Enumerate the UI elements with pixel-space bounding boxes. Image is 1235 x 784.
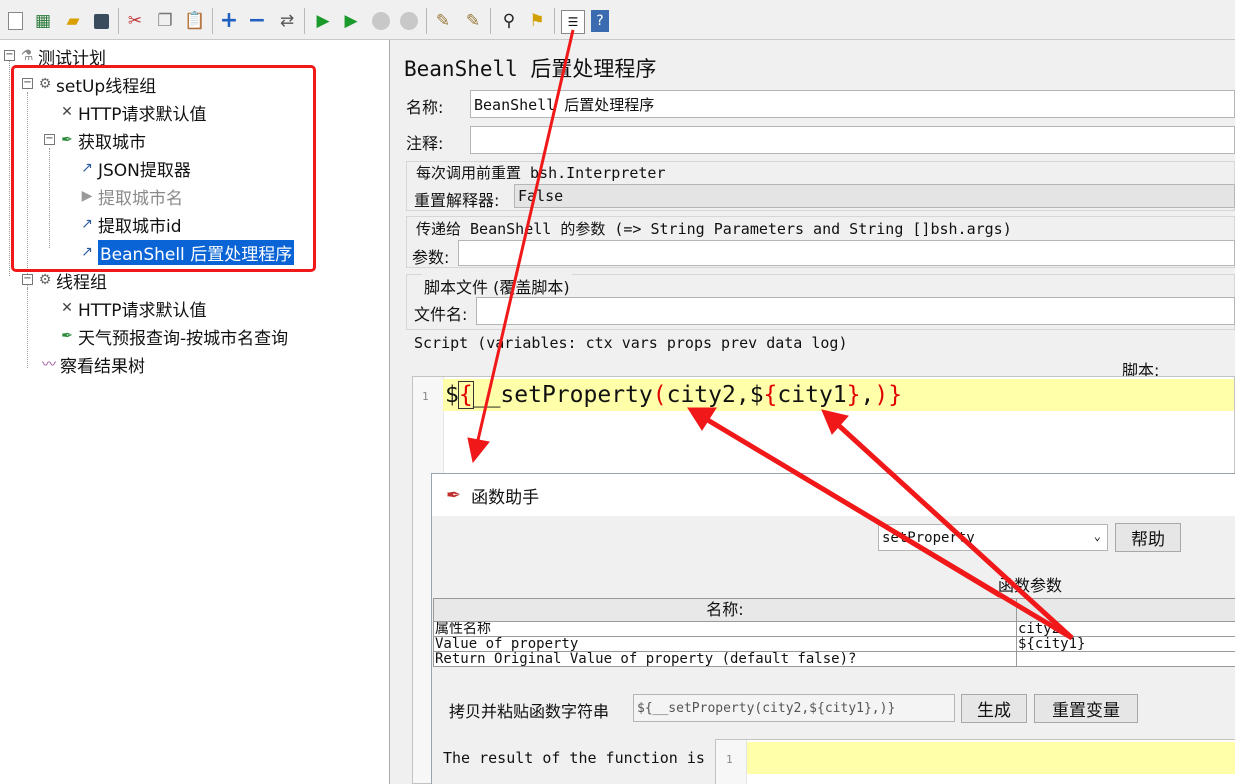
tree-node-label: 天气预报查询-按城市名查询 — [78, 328, 289, 349]
function-helper-icon[interactable]: ☰ — [561, 10, 585, 34]
params-caption: 函数参数 — [998, 576, 1063, 595]
clear-all-icon[interactable]: ✎ — [462, 10, 484, 32]
new-icon[interactable] — [4, 10, 26, 32]
name-label: 名称: — [406, 98, 444, 117]
params-label: 参数: — [412, 248, 450, 267]
reset-interpreter-label: 重置解释器: — [414, 191, 500, 210]
search-icon[interactable]: ⚲ — [498, 10, 520, 32]
reset-search-icon[interactable]: ⚑ — [526, 10, 548, 32]
code-token: ( — [652, 382, 667, 408]
tree-node-label: 察看结果树 — [60, 356, 145, 377]
tree-node-view-results-tree[interactable]: 〰 察看结果树 — [40, 352, 145, 377]
script-code-line: ${__setProperty(city2,${city1},)} — [445, 379, 902, 411]
templates-icon[interactable]: ▦ — [32, 10, 54, 32]
table-row[interactable]: Return Original Value of property (defau… — [433, 651, 1235, 667]
code-token: ) — [874, 382, 889, 408]
code-token: $ — [445, 382, 459, 408]
copy-icon[interactable]: ❐ — [154, 10, 176, 32]
tools-icon: ✕ — [61, 300, 73, 316]
function-helper-dialog: ✒ 函数助手 setProperty ⌄ 帮助 函数参数 名称: 属性名称 ci… — [431, 473, 1235, 784]
paste-icon[interactable]: 📋 — [184, 10, 206, 32]
dialog-titlebar: ✒ 函数助手 — [432, 474, 1235, 516]
filename-field[interactable] — [476, 297, 1235, 325]
shutdown-icon[interactable] — [398, 10, 420, 32]
collapse-icon[interactable]: − — [246, 10, 268, 32]
filename-label: 文件名: — [414, 305, 468, 324]
code-token: city1 — [777, 382, 847, 408]
param-value-cell[interactable]: city2 — [1016, 621, 1235, 637]
line-number: 1 — [422, 390, 429, 403]
result-label: The result of the function is — [443, 749, 705, 767]
code-token: $ — [749, 382, 764, 408]
copy-label: 拷贝并粘贴函数字符串 — [449, 702, 610, 721]
reset-section-title: 每次调用前重置 bsh.Interpreter — [414, 162, 668, 183]
code-token: , — [860, 382, 875, 408]
toolbar: ▦ ▰ ✂ ❐ 📋 + − ⇄ ▶ ▶ ✎ ✎ ⚲ ⚑ ☰ ? — [0, 0, 1235, 40]
comment-field[interactable] — [470, 126, 1235, 154]
reset-variables-button[interactable]: 重置变量 — [1034, 694, 1138, 723]
params-section-title: 传递给 BeanShell 的参数 (=> String Parameters … — [414, 218, 1014, 239]
table-row[interactable]: 属性名称 city2 — [433, 621, 1235, 637]
reset-interpreter-select[interactable]: False — [514, 184, 1235, 208]
function-string-field[interactable]: ${__setProperty(city2,${city1},)} — [633, 694, 955, 722]
function-select-value: setProperty — [882, 529, 975, 546]
param-name-cell: Value of property — [433, 636, 1017, 652]
gear-icon: ⚙ — [38, 272, 52, 288]
code-token: } — [888, 382, 903, 408]
chevron-down-icon: ⌄ — [1093, 529, 1101, 543]
tree-node-weather-query[interactable]: ✒ 天气预报查询-按城市名查询 — [58, 324, 289, 349]
code-token: __setProperty — [472, 382, 653, 408]
result-area[interactable]: 1 — [715, 739, 1235, 784]
help-button[interactable]: 帮助 — [1115, 523, 1181, 552]
name-field[interactable]: BeanShell 后置处理程序 — [470, 90, 1235, 118]
panel-title: BeanShell 后置处理程序 — [404, 57, 657, 81]
tree-node-http-defaults-2[interactable]: ✕ HTTP请求默认值 — [58, 296, 207, 321]
start-no-pause-icon[interactable]: ▶ — [340, 10, 362, 32]
sampler-icon: ✒ — [61, 328, 73, 344]
param-name-cell: Return Original Value of property (defau… — [433, 651, 1017, 667]
params-field[interactable] — [458, 240, 1235, 266]
param-value-cell[interactable] — [1016, 651, 1235, 667]
listener-chart-icon: 〰 — [42, 357, 56, 373]
dialog-title: 函数助手 — [471, 487, 540, 508]
clear-icon[interactable]: ✎ — [432, 10, 454, 32]
result-line-number: 1 — [726, 753, 733, 766]
function-select[interactable]: setProperty ⌄ — [878, 524, 1108, 551]
cut-icon[interactable]: ✂ — [124, 10, 146, 32]
function-params-table: 名称: 属性名称 city2 Value of property ${city1… — [433, 598, 1235, 667]
param-value-cell[interactable]: ${city1} — [1016, 636, 1235, 652]
param-name-cell: 属性名称 — [433, 621, 1017, 637]
file-section-title: 脚本文件 (覆盖脚本) — [422, 274, 572, 298]
script-label: Script (variables: ctx vars props prev d… — [414, 334, 848, 352]
expand-icon[interactable]: + — [218, 10, 240, 32]
table-header-name: 名称: — [433, 598, 1017, 622]
toggle-icon[interactable]: ⇄ — [276, 10, 298, 32]
code-token: { — [763, 382, 778, 408]
code-token: } — [846, 382, 861, 408]
tree-collapse-toggle[interactable]: − — [4, 50, 15, 61]
test-plan-icon: ⚗ — [20, 48, 34, 64]
comment-label: 注释: — [406, 134, 444, 153]
help-icon[interactable]: ? — [591, 10, 609, 32]
result-value — [747, 742, 1235, 774]
generate-button[interactable]: 生成 — [961, 694, 1027, 723]
save-icon[interactable] — [90, 10, 112, 32]
tree-node-label: HTTP请求默认值 — [78, 300, 207, 321]
annotation-highlight-box — [11, 65, 316, 272]
feather-icon: ✒ — [446, 484, 462, 506]
tree-collapse-toggle[interactable]: − — [22, 274, 33, 285]
code-token: { — [457, 381, 474, 409]
table-header-value — [1016, 598, 1235, 622]
start-icon[interactable]: ▶ — [312, 10, 334, 32]
code-token: city2, — [666, 382, 750, 408]
table-row[interactable]: Value of property ${city1} — [433, 636, 1235, 652]
stop-icon[interactable] — [370, 10, 392, 32]
open-icon[interactable]: ▰ — [62, 10, 84, 32]
